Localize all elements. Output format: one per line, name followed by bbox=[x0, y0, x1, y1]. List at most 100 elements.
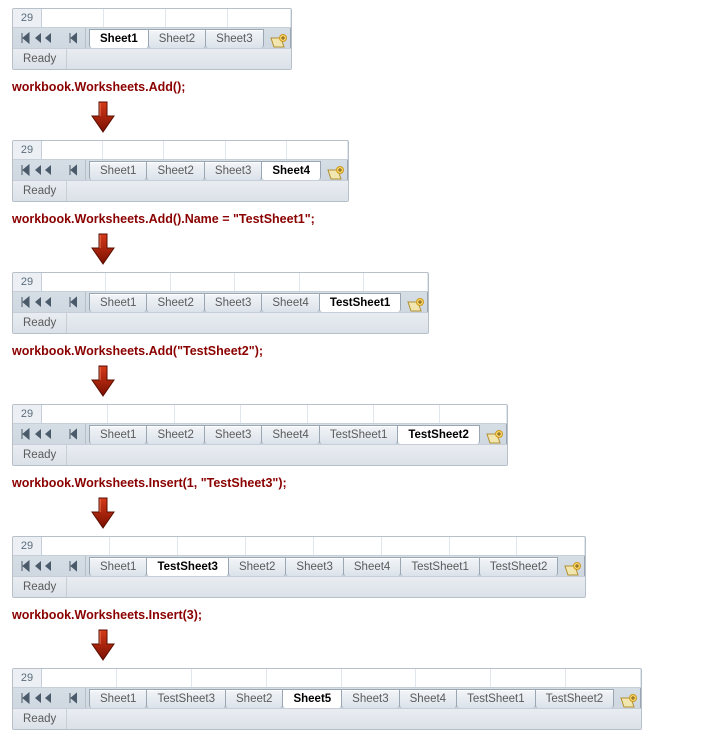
row-number: 29 bbox=[13, 669, 42, 687]
cell[interactable] bbox=[106, 273, 170, 291]
status-bar: Ready bbox=[13, 181, 348, 201]
sheet-tab[interactable]: Sheet3 bbox=[205, 29, 263, 48]
cell[interactable] bbox=[300, 273, 364, 291]
cell[interactable] bbox=[42, 9, 104, 27]
sheet-tab[interactable]: Sheet3 bbox=[285, 557, 343, 576]
new-sheet-icon[interactable] bbox=[325, 166, 347, 180]
row-number: 29 bbox=[13, 537, 42, 555]
new-sheet-icon[interactable] bbox=[484, 430, 506, 444]
sheet-nav-buttons[interactable] bbox=[13, 160, 86, 180]
cell[interactable] bbox=[117, 669, 192, 687]
cell[interactable] bbox=[314, 537, 382, 555]
cell[interactable] bbox=[267, 669, 342, 687]
cell[interactable] bbox=[166, 9, 228, 27]
new-sheet-icon[interactable] bbox=[562, 562, 584, 576]
sheet-tab[interactable]: Sheet3 bbox=[204, 425, 262, 444]
sheet-tab[interactable]: Sheet1 bbox=[89, 161, 147, 180]
cell[interactable] bbox=[241, 405, 307, 423]
sheet-tab[interactable]: TestSheet1 bbox=[319, 425, 399, 444]
sheet-tab[interactable]: Sheet1 bbox=[89, 689, 147, 708]
cell[interactable] bbox=[382, 537, 450, 555]
cell[interactable] bbox=[103, 141, 164, 159]
sheet-tab[interactable]: TestSheet1 bbox=[400, 557, 480, 576]
sheet-tab[interactable]: Sheet3 bbox=[204, 293, 262, 312]
sheet-tab[interactable]: Sheet5 bbox=[282, 689, 342, 708]
spreadsheet-panel: 29 Sheet1TestSheet3Sheet2Sheet5Sheet3She… bbox=[12, 668, 642, 730]
sheet-tab[interactable]: Sheet4 bbox=[399, 689, 457, 708]
cell[interactable] bbox=[566, 669, 641, 687]
cell[interactable] bbox=[342, 669, 417, 687]
sheet-nav-buttons[interactable] bbox=[13, 292, 86, 312]
sheet-nav-buttons[interactable] bbox=[13, 688, 86, 708]
cell[interactable] bbox=[235, 273, 299, 291]
cell[interactable] bbox=[246, 537, 314, 555]
sheet-tab[interactable]: Sheet2 bbox=[146, 425, 204, 444]
cell[interactable] bbox=[42, 537, 110, 555]
status-bar: Ready bbox=[13, 49, 291, 69]
cell[interactable] bbox=[192, 669, 267, 687]
cell[interactable] bbox=[104, 9, 166, 27]
cell[interactable] bbox=[175, 405, 241, 423]
sheet-tab[interactable]: Sheet4 bbox=[261, 425, 319, 444]
cell[interactable] bbox=[440, 405, 506, 423]
cell[interactable] bbox=[287, 141, 348, 159]
cell[interactable] bbox=[42, 405, 108, 423]
status-bar: Ready bbox=[13, 445, 507, 465]
sheet-tab[interactable]: TestSheet3 bbox=[146, 557, 229, 576]
tab-bar: Sheet1TestSheet3Sheet2Sheet5Sheet3Sheet4… bbox=[13, 688, 641, 709]
sheet-tab[interactable]: Sheet4 bbox=[261, 293, 319, 312]
sheet-tab[interactable]: TestSheet3 bbox=[146, 689, 226, 708]
cell[interactable] bbox=[178, 537, 246, 555]
cell[interactable] bbox=[110, 537, 178, 555]
sheet-tab[interactable]: Sheet2 bbox=[148, 29, 206, 48]
cell[interactable] bbox=[517, 537, 585, 555]
sheet-tabs: Sheet1Sheet2Sheet3Sheet4TestSheet1TestSh… bbox=[86, 424, 506, 444]
sheet-tab[interactable]: TestSheet1 bbox=[319, 293, 402, 312]
cell[interactable] bbox=[416, 669, 491, 687]
cell[interactable] bbox=[171, 273, 235, 291]
sheet-tab[interactable]: Sheet2 bbox=[146, 161, 204, 180]
grid-row: 29 bbox=[13, 669, 641, 688]
sheet-tab[interactable]: Sheet4 bbox=[261, 161, 321, 180]
sheet-tabs: Sheet1Sheet2Sheet3Sheet4 bbox=[86, 160, 347, 180]
sheet-tab[interactable]: TestSheet1 bbox=[456, 689, 536, 708]
cell[interactable] bbox=[228, 9, 290, 27]
status-text: Ready bbox=[13, 577, 67, 597]
cell[interactable] bbox=[491, 669, 566, 687]
sheet-tab[interactable]: Sheet1 bbox=[89, 293, 147, 312]
sheet-tab[interactable]: Sheet2 bbox=[225, 689, 283, 708]
cell[interactable] bbox=[364, 273, 428, 291]
new-sheet-icon[interactable] bbox=[268, 34, 290, 48]
sheet-tab[interactable]: Sheet3 bbox=[204, 161, 262, 180]
status-fill bbox=[67, 313, 428, 333]
cell[interactable] bbox=[42, 669, 117, 687]
sheet-nav-buttons[interactable] bbox=[13, 28, 86, 48]
sheet-tab[interactable]: Sheet3 bbox=[341, 689, 399, 708]
status-text: Ready bbox=[13, 709, 67, 729]
new-sheet-icon[interactable] bbox=[618, 694, 640, 708]
cell[interactable] bbox=[308, 405, 374, 423]
tab-bar: Sheet1Sheet2Sheet3Sheet4TestSheet1TestSh… bbox=[13, 424, 507, 445]
sheet-tab[interactable]: Sheet1 bbox=[89, 425, 147, 444]
cell[interactable] bbox=[42, 141, 103, 159]
sheet-tab[interactable]: Sheet2 bbox=[146, 293, 204, 312]
status-fill bbox=[67, 709, 641, 729]
sheet-tab[interactable]: TestSheet2 bbox=[397, 425, 480, 444]
sheet-nav-buttons[interactable] bbox=[13, 556, 86, 576]
cell[interactable] bbox=[226, 141, 287, 159]
sheet-tabs: Sheet1TestSheet3Sheet2Sheet3Sheet4TestSh… bbox=[86, 556, 584, 576]
cell[interactable] bbox=[42, 273, 106, 291]
sheet-tab[interactable]: TestSheet2 bbox=[479, 557, 559, 576]
sheet-nav-buttons[interactable] bbox=[13, 424, 86, 444]
cell[interactable] bbox=[108, 405, 174, 423]
code-caption: workbook.Worksheets.Add(); bbox=[12, 80, 715, 94]
sheet-tab[interactable]: Sheet2 bbox=[228, 557, 286, 576]
sheet-tab[interactable]: Sheet1 bbox=[89, 557, 147, 576]
new-sheet-icon[interactable] bbox=[405, 298, 427, 312]
sheet-tab[interactable]: Sheet4 bbox=[343, 557, 401, 576]
sheet-tab[interactable]: TestSheet2 bbox=[535, 689, 615, 708]
sheet-tab[interactable]: Sheet1 bbox=[89, 29, 149, 48]
cell[interactable] bbox=[374, 405, 440, 423]
cell[interactable] bbox=[164, 141, 225, 159]
cell[interactable] bbox=[450, 537, 518, 555]
